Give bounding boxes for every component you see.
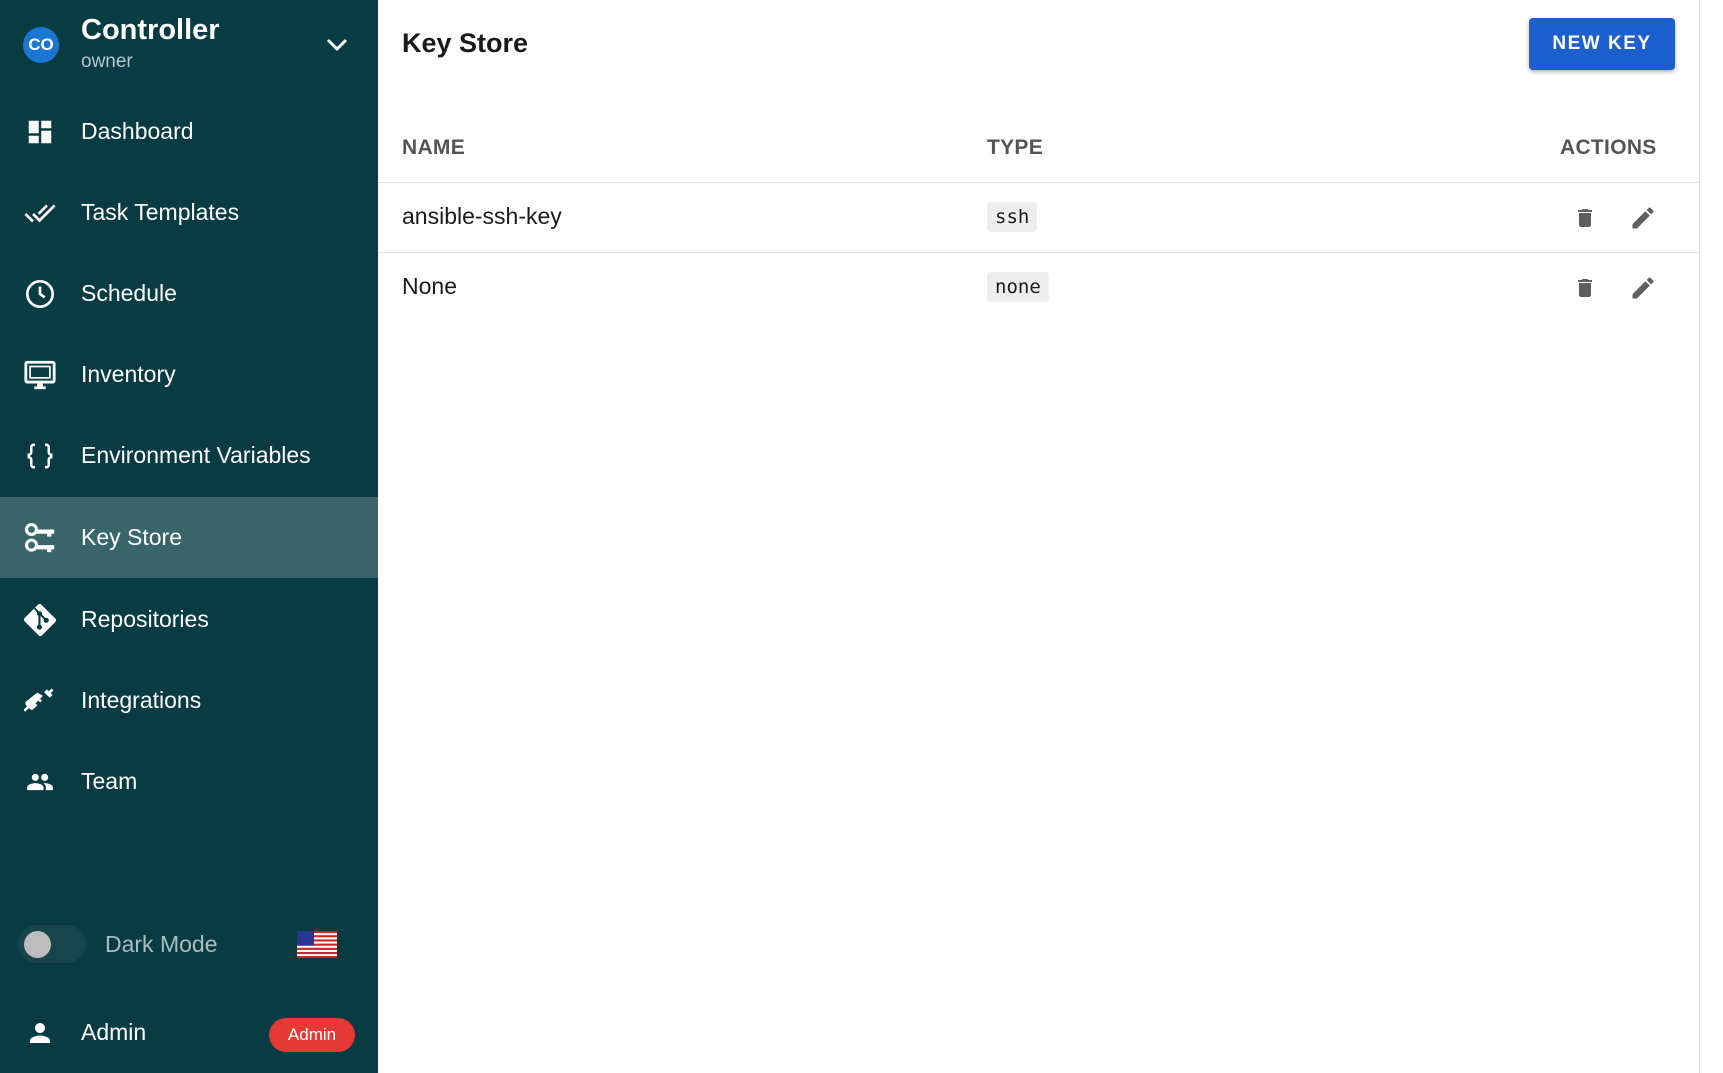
sidebar-item-schedule[interactable]: Schedule <box>0 253 378 334</box>
braces-icon <box>22 438 58 474</box>
project-avatar: CO <box>23 27 59 63</box>
clock-icon <box>22 276 58 312</box>
key-name: ansible-ssh-key <box>402 203 562 229</box>
sidebar-item-dashboard[interactable]: Dashboard <box>0 91 378 172</box>
us-flag-icon[interactable] <box>297 931 337 958</box>
sidebar-item-label: Inventory <box>81 361 176 387</box>
monitor-icon <box>22 357 58 393</box>
team-icon <box>22 764 58 800</box>
table-row: None none <box>378 253 1700 323</box>
sidebar-item-repositories[interactable]: Repositories <box>0 579 378 660</box>
key-name: None <box>402 273 457 299</box>
dashboard-icon <box>22 114 58 150</box>
column-header-type[interactable]: TYPE <box>987 136 1043 160</box>
chevron-down-icon[interactable] <box>322 30 352 60</box>
user-menu[interactable]: Admin Admin <box>0 995 378 1073</box>
key-icon <box>22 520 58 556</box>
sidebar-item-label: Team <box>81 768 138 794</box>
done-all-icon <box>22 195 58 231</box>
project-name: Controller <box>81 14 220 46</box>
new-key-button[interactable]: NEW KEY <box>1529 18 1675 70</box>
delete-icon[interactable] <box>1569 272 1601 304</box>
sidebar-item-label: Environment Variables <box>81 442 311 468</box>
admin-badge: Admin <box>269 1018 355 1052</box>
sidebar-item-label: Key Store <box>81 524 182 550</box>
right-gutter <box>1700 0 1723 1073</box>
table-header: NAME TYPE ACTIONS <box>378 114 1700 183</box>
dark-mode-label: Dark Mode <box>105 931 218 957</box>
sidebar-item-label: Task Templates <box>81 199 240 225</box>
keys-table: NAME TYPE ACTIONS ansible-ssh-key ssh No… <box>378 114 1700 323</box>
table-row: ansible-ssh-key ssh <box>378 183 1700 253</box>
page-title: Key Store <box>402 28 529 58</box>
person-icon <box>22 1015 58 1051</box>
delete-icon[interactable] <box>1569 202 1601 234</box>
toggle-knob <box>24 931 51 958</box>
main-content: Key Store NEW KEY NAME TYPE ACTIONS ansi… <box>378 0 1700 1073</box>
sidebar: CO Controller owner Dashboard Task Templ… <box>0 0 378 1073</box>
sidebar-item-inventory[interactable]: Inventory <box>0 334 378 415</box>
sidebar-item-team[interactable]: Team <box>0 741 378 822</box>
git-icon <box>22 602 58 638</box>
edit-icon[interactable] <box>1627 272 1659 304</box>
sidebar-item-label: Repositories <box>81 606 209 632</box>
project-selector[interactable]: CO Controller owner <box>0 0 378 88</box>
plug-icon <box>22 683 58 719</box>
sidebar-item-key-store[interactable]: Key Store <box>0 497 378 578</box>
user-name: Admin <box>81 1019 147 1045</box>
sidebar-item-label: Dashboard <box>81 118 194 144</box>
key-type: none <box>987 272 1049 302</box>
sidebar-item-integrations[interactable]: Integrations <box>0 660 378 741</box>
sidebar-item-environment-variables[interactable]: Environment Variables <box>0 415 378 496</box>
key-type: ssh <box>987 202 1038 232</box>
sidebar-item-task-templates[interactable]: Task Templates <box>0 172 378 253</box>
column-header-name[interactable]: NAME <box>402 136 465 160</box>
sidebar-item-label: Schedule <box>81 280 177 306</box>
sidebar-item-label: Integrations <box>81 687 202 713</box>
edit-icon[interactable] <box>1627 202 1659 234</box>
project-role: owner <box>81 51 133 72</box>
dark-mode-toggle[interactable] <box>18 925 86 963</box>
column-header-actions: ACTIONS <box>1560 136 1657 159</box>
app-root: CO Controller owner Dashboard Task Templ… <box>0 0 1723 1073</box>
